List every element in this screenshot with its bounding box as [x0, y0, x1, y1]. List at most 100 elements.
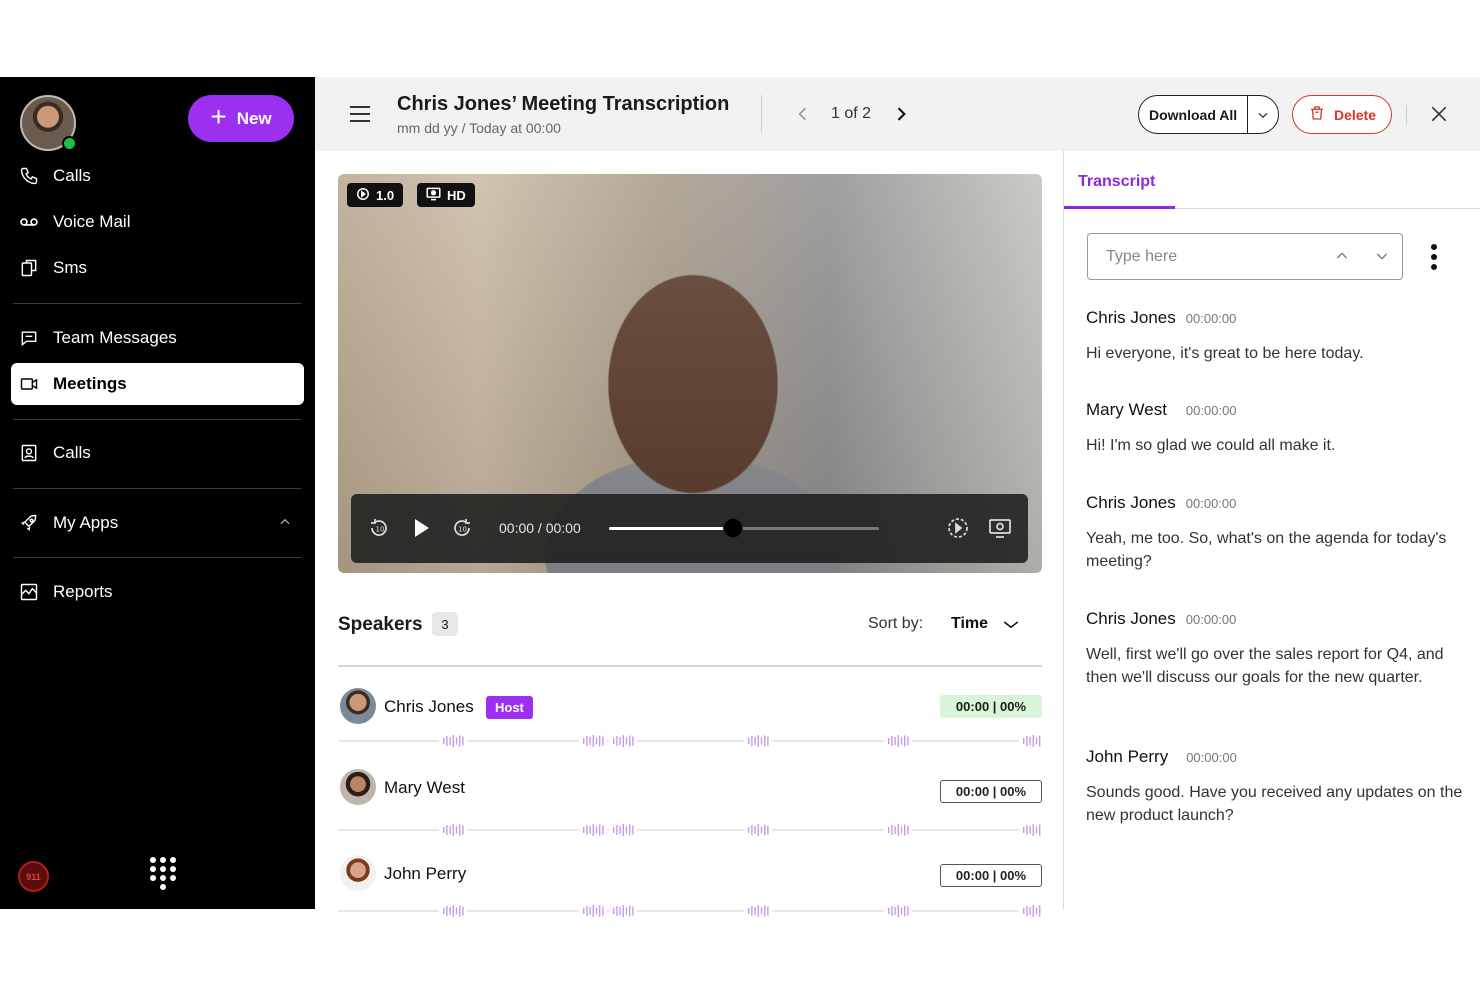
video-player[interactable]: 1.0 HD 10 10 00:00 / 00:00 — [338, 174, 1042, 573]
waveform-bar — [629, 824, 631, 836]
new-button[interactable]: + New — [188, 95, 294, 142]
transcript-text: Well, first we'll go over the sales repo… — [1086, 646, 1444, 686]
user-avatar[interactable] — [20, 95, 77, 151]
waveform-bar — [897, 905, 899, 917]
progress-handle[interactable] — [723, 518, 744, 538]
transcript-speaker: Chris Jones — [1086, 609, 1176, 628]
waveform-bar — [592, 905, 594, 917]
speaker-row[interactable]: John Perry 00:00 | 00% — [338, 855, 1042, 918]
speaker-row[interactable]: Mary West 00:00 | 00% — [338, 769, 1042, 837]
chevron-down-icon[interactable] — [1002, 617, 1020, 633]
speaker-name: John Perry — [384, 864, 467, 883]
delete-label: Delete — [1333, 106, 1377, 123]
speaker-stat: 00:00 | 00% — [940, 695, 1042, 718]
sidebar-item-sms[interactable]: Sms — [11, 247, 304, 289]
waveform-bar — [443, 908, 445, 914]
transcript-text: Hi everyone, it's great to be here today… — [1086, 345, 1364, 362]
waveform-bar — [455, 737, 458, 745]
sidebar-item-label: Calls — [53, 443, 91, 462]
waveform-bar — [595, 907, 598, 915]
search-input[interactable] — [1106, 247, 1306, 266]
waveform-bar — [1032, 905, 1034, 917]
speed-label: 1.0 — [376, 187, 395, 203]
waveform-bar — [586, 736, 588, 746]
transcript-timestamp: 00:00:00 — [1185, 496, 1237, 511]
waveform-bar — [446, 825, 448, 835]
waveform-bar — [632, 825, 634, 835]
dialpad-icon[interactable] — [148, 855, 178, 891]
app-window: + New Calls Voice Mail Sms Team Messages… — [0, 77, 1480, 918]
waveform-bar — [462, 825, 464, 835]
delete-button[interactable]: Delete — [1292, 95, 1392, 134]
hamburger-menu-icon[interactable] — [348, 102, 372, 126]
quality-label: HD — [447, 187, 466, 203]
transcript-timestamp: 00:00:00 — [1185, 612, 1237, 627]
waveform-bar — [586, 825, 588, 835]
sidebar-item-calls-2[interactable]: Calls — [11, 432, 304, 474]
waveform-bar — [1032, 735, 1034, 747]
waveform-bar — [632, 906, 634, 916]
presence-online-indicator — [62, 136, 77, 151]
waveform-bar — [1032, 824, 1034, 836]
sidebar-item-label: Sms — [53, 258, 87, 277]
waveform-bar — [1026, 906, 1028, 916]
sidebar-item-my-apps[interactable]: My Apps — [11, 502, 304, 544]
sidebar-item-calls[interactable]: Calls — [11, 155, 304, 197]
waveform-bar — [446, 906, 448, 916]
waveform-bar — [904, 905, 906, 917]
waveform-bar — [622, 735, 624, 747]
more-options-icon[interactable] — [1426, 243, 1442, 271]
chevron-right-icon[interactable] — [891, 104, 911, 124]
waveform-bar — [754, 737, 756, 745]
sidebar-item-meetings[interactable]: Meetings — [11, 363, 304, 405]
rocket-icon — [18, 512, 40, 534]
waveform-bar — [616, 906, 618, 916]
transcript-timestamp: 00:00:00 — [1185, 403, 1237, 418]
playback-speed-badge[interactable]: 1.0 — [347, 183, 404, 207]
transcript-entry: Chris Jones 00:00:00 Well, first we'll go… — [1086, 609, 1466, 689]
waveform-bar — [455, 826, 458, 834]
divider — [761, 95, 762, 133]
chevron-down-icon[interactable] — [1374, 248, 1390, 269]
screen-settings-icon[interactable] — [988, 516, 1012, 540]
sidebar-item-label: Team Messages — [53, 328, 177, 347]
page-subtitle: mm dd yy / Today at 00:00 — [397, 120, 561, 136]
sidebar-item-team-messages[interactable]: Team Messages — [11, 317, 304, 359]
play-icon[interactable] — [409, 516, 433, 540]
waveform-bar — [625, 737, 628, 745]
download-all-button[interactable]: Download All — [1139, 107, 1247, 123]
sidebar-item-label: Calls — [53, 166, 91, 185]
waveform-bar — [1029, 826, 1031, 834]
sidebar-item-label: Meetings — [53, 374, 127, 393]
forward-10-icon[interactable]: 10 — [450, 516, 474, 540]
speaker-stat: 00:00 | 00% — [940, 864, 1042, 887]
chevron-up-icon[interactable] — [1334, 248, 1350, 269]
sidebar-item-reports[interactable]: Reports — [11, 571, 304, 613]
waveform-bar — [907, 736, 909, 746]
plus-icon: + — [210, 101, 227, 132]
speaker-row[interactable]: Chris Jones Host 00:00 | 00% — [338, 688, 1042, 748]
chevron-up-icon[interactable] — [278, 514, 292, 534]
emergency-911-button[interactable]: 911 — [18, 861, 49, 892]
chevron-left-icon[interactable] — [793, 104, 813, 124]
sidebar-item-voice-mail[interactable]: Voice Mail — [11, 201, 304, 243]
waveform-bar — [616, 825, 618, 835]
waveform-bar — [767, 906, 769, 916]
rewind-10-icon[interactable]: 10 — [367, 516, 391, 540]
progress-track[interactable] — [609, 518, 879, 538]
waveform-bar — [632, 736, 634, 746]
quality-badge[interactable]: HD — [417, 183, 475, 207]
sidebar: + New Calls Voice Mail Sms Team Messages… — [0, 77, 315, 909]
chevron-down-icon[interactable] — [1248, 108, 1278, 122]
speed-icon — [356, 187, 370, 204]
close-icon[interactable] — [1429, 104, 1449, 124]
transcript-speaker: Chris Jones — [1086, 493, 1176, 512]
transcript-entry: Mary West 00:00:00 Hi! I'm so glad we cou… — [1086, 400, 1466, 457]
transcript-search-field[interactable] — [1087, 233, 1403, 280]
waveform-bar — [592, 824, 594, 836]
playback-speed-icon[interactable] — [946, 516, 970, 540]
tab-transcript[interactable]: Transcript — [1078, 173, 1155, 191]
sort-dropdown[interactable]: Time — [951, 615, 988, 633]
waveform-bar — [625, 826, 628, 834]
tab-active-indicator — [1064, 206, 1175, 209]
